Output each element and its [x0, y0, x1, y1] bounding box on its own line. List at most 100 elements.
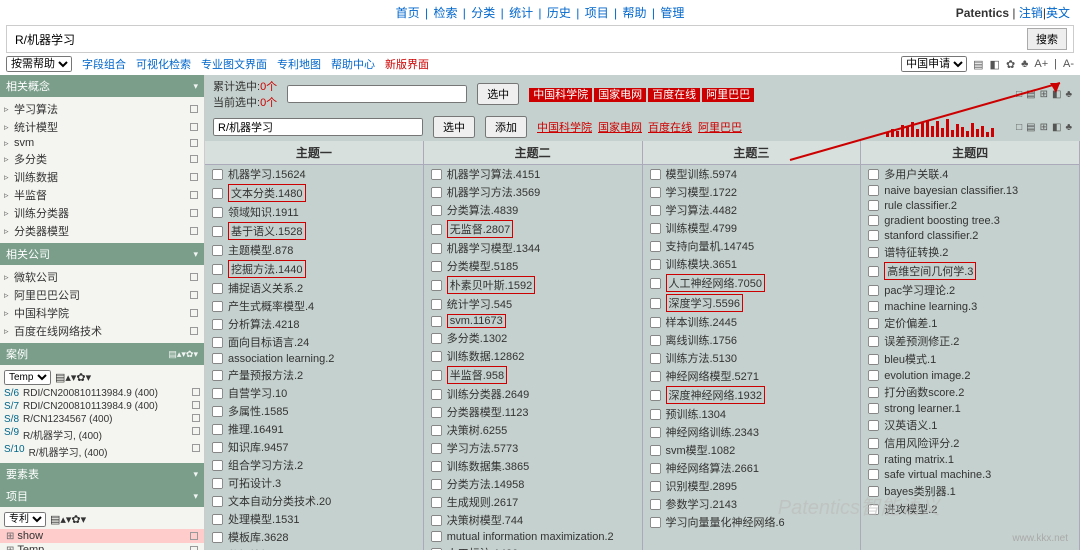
logout-link[interactable]: 注销 — [1019, 6, 1043, 20]
topic-checkbox[interactable] — [431, 478, 442, 489]
topic-checkbox[interactable] — [868, 503, 879, 514]
topic-item[interactable]: 神经网络训练.2343 — [643, 423, 861, 441]
topic-item[interactable]: 机器学习模型.1344 — [424, 239, 642, 257]
topic-checkbox[interactable] — [868, 370, 879, 381]
topic-checkbox[interactable] — [868, 301, 879, 312]
topic-checkbox[interactable] — [431, 223, 442, 234]
icon[interactable]: □ — [1016, 122, 1022, 133]
topic-item[interactable]: 自营学习.10 — [205, 384, 423, 402]
search-button[interactable]: 搜索 — [1027, 28, 1067, 50]
sidebar-item[interactable]: 训练数据 — [0, 168, 204, 186]
topic-checkbox[interactable] — [212, 225, 223, 236]
sidebar-item[interactable]: 中国科学院 — [0, 304, 204, 322]
topic-checkbox[interactable] — [649, 277, 660, 288]
topic-checkbox[interactable] — [868, 284, 879, 295]
topic-item[interactable]: 打分函数score.2 — [861, 383, 1079, 401]
nav-link[interactable]: 管理 — [660, 6, 684, 20]
panel-concepts-header[interactable]: 相关概念▾ — [0, 75, 204, 97]
org-tag[interactable]: 中国科学院 — [529, 88, 592, 102]
topic-checkbox[interactable] — [212, 168, 223, 179]
nav-link[interactable]: 首页 — [396, 6, 420, 20]
topic-checkbox[interactable] — [649, 258, 660, 269]
topic-checkbox[interactable] — [649, 462, 660, 473]
sidebar-item[interactable]: 阿里巴巴公司 — [0, 286, 204, 304]
topic-item[interactable]: evolution image.2 — [861, 368, 1079, 383]
panel-companies-header[interactable]: 相关公司▾ — [0, 243, 204, 265]
topic-item[interactable]: 人工标注.1480 — [424, 544, 642, 550]
topic-checkbox[interactable] — [649, 204, 660, 215]
icon[interactable]: ♣ — [1065, 122, 1072, 133]
topic-item[interactable]: 样本训练.2445 — [643, 313, 861, 331]
topic-item[interactable]: 可拓设计.3 — [205, 474, 423, 492]
topic-item[interactable]: rating matrix.1 — [861, 452, 1079, 467]
topic-item[interactable]: 学习向量量化神经网络.6 — [643, 513, 861, 531]
topic-checkbox[interactable] — [431, 332, 442, 343]
nav-link[interactable]: 项目 — [585, 6, 609, 20]
icon[interactable]: ▤ — [1026, 89, 1035, 100]
tab-map[interactable]: 专利地图 — [277, 56, 321, 72]
topic-item[interactable]: 机器学习.15624 — [205, 165, 423, 183]
topic-item[interactable]: rule classifier.2 — [861, 198, 1079, 213]
topic-item[interactable]: 学习模型.1722 — [643, 183, 861, 201]
topic-item[interactable]: gradient boosting tree.3 — [861, 213, 1079, 228]
icon[interactable]: ⊞ — [1040, 89, 1048, 100]
topic-item[interactable]: 统计学习.545 — [424, 295, 642, 313]
nav-link[interactable]: 帮助 — [623, 6, 647, 20]
nav-link[interactable]: 检索 — [433, 6, 457, 20]
topic-item[interactable]: 多分类.1302 — [424, 329, 642, 347]
sidebar-item[interactable]: 统计模型 — [0, 118, 204, 136]
chevron-icon[interactable]: ▾ — [193, 81, 198, 92]
topic-item[interactable]: 分类方法.14958 — [424, 475, 642, 493]
topic-item[interactable]: 支持向量机.14745 — [643, 237, 861, 255]
sidebar-item[interactable]: 多分类 — [0, 150, 204, 168]
sel-input-1[interactable] — [287, 85, 467, 103]
topic-checkbox[interactable] — [868, 386, 879, 397]
topic-item[interactable]: 基于语义.1528 — [205, 221, 423, 241]
topic-checkbox[interactable] — [431, 168, 442, 179]
topic-item[interactable]: 机器学习方法.3569 — [424, 183, 642, 201]
topic-checkbox[interactable] — [649, 426, 660, 437]
icon[interactable]: ◧ — [1052, 89, 1061, 100]
topic-checkbox[interactable] — [431, 298, 442, 309]
topic-item[interactable]: bleu模式.1 — [861, 350, 1079, 368]
sidebar-item[interactable]: 分类器模型 — [0, 222, 204, 240]
topic-item[interactable]: 捕捉语义关系.2 — [205, 279, 423, 297]
topic-item[interactable]: 分类器模型.1123 — [424, 403, 642, 421]
topic-checkbox[interactable] — [868, 185, 879, 196]
tab-help[interactable]: 帮助中心 — [331, 56, 375, 72]
topic-checkbox[interactable] — [212, 459, 223, 470]
topic-item[interactable]: 主题模型.878 — [205, 241, 423, 259]
topic-checkbox[interactable] — [431, 496, 442, 507]
topic-item[interactable]: 高维空间几何学.3 — [861, 261, 1079, 281]
topic-item[interactable]: 人工神经网络.7050 — [643, 273, 861, 293]
sidebar-item[interactable]: 训练分类器 — [0, 204, 204, 222]
topic-checkbox[interactable] — [212, 353, 223, 364]
topic-checkbox[interactable] — [431, 514, 442, 525]
topic-checkbox[interactable] — [431, 424, 442, 435]
topic-item[interactable]: 模型训练.5974 — [643, 165, 861, 183]
topic-checkbox[interactable] — [431, 369, 442, 380]
tab-new[interactable]: 新版界面 — [385, 56, 429, 72]
nav-link[interactable]: 分类 — [471, 6, 495, 20]
case-row[interactable]: S/9R/机器学习, (400) — [0, 426, 204, 443]
topic-checkbox[interactable] — [431, 442, 442, 453]
topic-item[interactable]: association learning.2 — [205, 351, 423, 366]
topic-item[interactable]: stanford classifier.2 — [861, 228, 1079, 243]
topic-item[interactable]: strong learner.1 — [861, 401, 1079, 416]
topic-item[interactable]: 半监督.958 — [424, 365, 642, 385]
topic-item[interactable]: 离线训练.1756 — [643, 331, 861, 349]
temp-select[interactable]: Temp — [4, 370, 51, 385]
sidebar-item[interactable]: 学习算法 — [0, 100, 204, 118]
topic-item[interactable]: 多用户关联.4 — [861, 165, 1079, 183]
topic-item[interactable]: 分类算法.4839 — [424, 201, 642, 219]
topic-item[interactable]: 神经网络模型.5271 — [643, 367, 861, 385]
proj-filter[interactable]: 专利 — [4, 512, 46, 527]
topic-item[interactable]: 训练数据.12862 — [424, 347, 642, 365]
topic-checkbox[interactable] — [431, 350, 442, 361]
topic-item[interactable]: 多属性.1585 — [205, 402, 423, 420]
org-tag[interactable]: 阿里巴巴 — [702, 88, 754, 102]
topic-checkbox[interactable] — [212, 282, 223, 293]
topic-checkbox[interactable] — [212, 336, 223, 347]
nav-link[interactable]: 历史 — [547, 6, 571, 20]
topic-checkbox[interactable] — [431, 388, 442, 399]
